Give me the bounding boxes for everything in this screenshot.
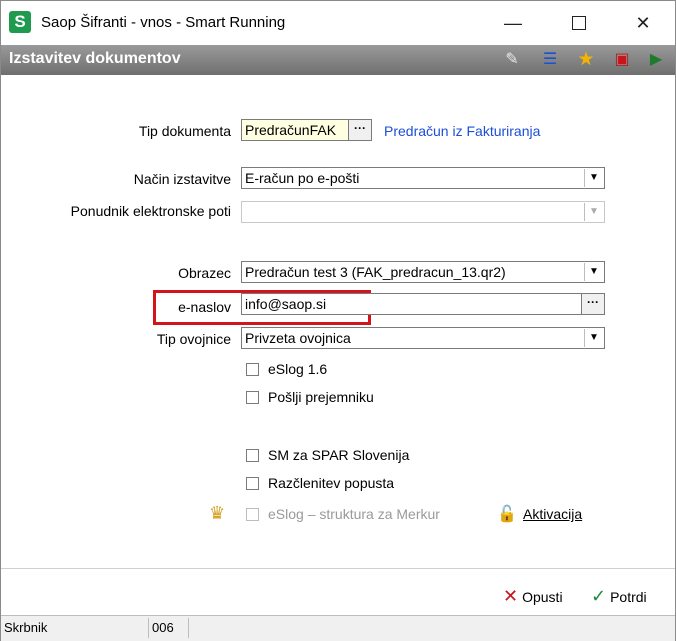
send-recipient-checkbox[interactable]	[246, 391, 259, 404]
cancel-label: Opusti	[522, 589, 563, 605]
envelope-type-value: Privzeta ovojnica	[245, 330, 351, 346]
spar-checkbox-label: SM za SPAR Slovenija	[268, 447, 410, 463]
divider	[1, 568, 675, 569]
delete-icon[interactable]: ▣	[611, 49, 633, 71]
favorite-star-icon[interactable]: ★	[575, 49, 597, 71]
list-icon[interactable]: ☰	[539, 49, 561, 71]
envelope-type-select[interactable]: Privzeta ovojnica ▼	[241, 327, 605, 349]
title-bar: S Saop Šifranti - vnos - Smart Running —…	[1, 1, 675, 45]
doc-type-browse-button[interactable]: ···	[348, 119, 372, 141]
doc-type-label: Tip dokumenta	[138, 123, 231, 139]
exit-icon[interactable]: ▶	[645, 49, 667, 71]
envelope-type-label: Tip ovojnice	[156, 331, 231, 347]
form-template-select[interactable]: Predračun test 3 (FAK_predracun_13.qr2) …	[241, 261, 605, 283]
minimize-button[interactable]: —	[491, 7, 535, 39]
send-recipient-checkbox-label: Pošlji prejemniku	[268, 389, 374, 405]
provider-label: Ponudnik elektronske poti	[70, 203, 231, 219]
status-code: 006	[149, 618, 189, 638]
spar-checkbox[interactable]	[246, 449, 259, 462]
email-label: e-naslov	[178, 299, 231, 315]
window-title: Saop Šifranti - vnos - Smart Running	[41, 14, 286, 31]
confirm-button[interactable]: ✓ Potrdi	[591, 585, 647, 607]
discount-breakdown-checkbox-label: Razčlenitev popusta	[268, 475, 395, 491]
chevron-down-icon[interactable]: ▼	[584, 203, 603, 221]
app-logo-icon: S	[9, 11, 31, 33]
chevron-down-icon[interactable]: ▼	[584, 169, 603, 187]
chevron-down-icon[interactable]: ▼	[584, 263, 603, 281]
page-title: Izstavitev dokumentov	[9, 50, 181, 67]
dialog-window: S Saop Šifranti - vnos - Smart Running —…	[0, 0, 676, 641]
form-template-value: Predračun test 3 (FAK_predracun_13.qr2)	[245, 264, 506, 280]
edit-icon[interactable]: ✎	[501, 49, 523, 71]
lock-icon: 🔓	[497, 506, 517, 523]
cancel-icon: ✕	[503, 586, 519, 606]
close-button[interactable]: ✕	[621, 7, 665, 39]
doc-type-description[interactable]: Predračun iz Fakturiranja	[384, 123, 540, 139]
chevron-down-icon[interactable]: ▼	[584, 329, 603, 347]
issue-method-value: E-račun po e-pošti	[245, 170, 360, 186]
check-icon: ✓	[591, 586, 607, 606]
status-user: Skrbnik	[1, 618, 149, 638]
header-band: Izstavitev dokumentov ✎ ☰ ★ ▣ ▶	[1, 45, 675, 75]
doc-type-input[interactable]: PredračunFAK	[241, 119, 349, 141]
eslog-checkbox[interactable]	[246, 363, 259, 376]
provider-select[interactable]: ▼	[241, 201, 605, 223]
eslog-checkbox-label: eSlog 1.6	[268, 361, 328, 377]
activation-button[interactable]: Aktivacija	[523, 506, 582, 522]
maximize-button[interactable]	[557, 7, 601, 39]
email-field[interactable]: info@saop.si	[241, 293, 583, 315]
confirm-label: Potrdi	[610, 589, 647, 605]
discount-breakdown-checkbox[interactable]	[246, 477, 259, 490]
maximize-icon	[572, 16, 586, 30]
merkur-checkbox	[246, 508, 259, 521]
issue-method-select[interactable]: E-račun po e-pošti ▼	[241, 167, 605, 189]
form-template-label: Obrazec	[178, 265, 231, 281]
cancel-button[interactable]: ✕ Opusti	[503, 585, 563, 607]
status-empty	[189, 618, 675, 638]
issue-method-label: Način izstavitve	[133, 171, 231, 187]
merkur-checkbox-label: eSlog – struktura za Merkur	[268, 506, 440, 522]
crown-icon: ♛	[209, 503, 226, 523]
status-bar: Skrbnik 006	[1, 615, 675, 641]
email-browse-button[interactable]: ···	[581, 293, 605, 315]
activation-label: Aktivacija	[523, 506, 583, 522]
